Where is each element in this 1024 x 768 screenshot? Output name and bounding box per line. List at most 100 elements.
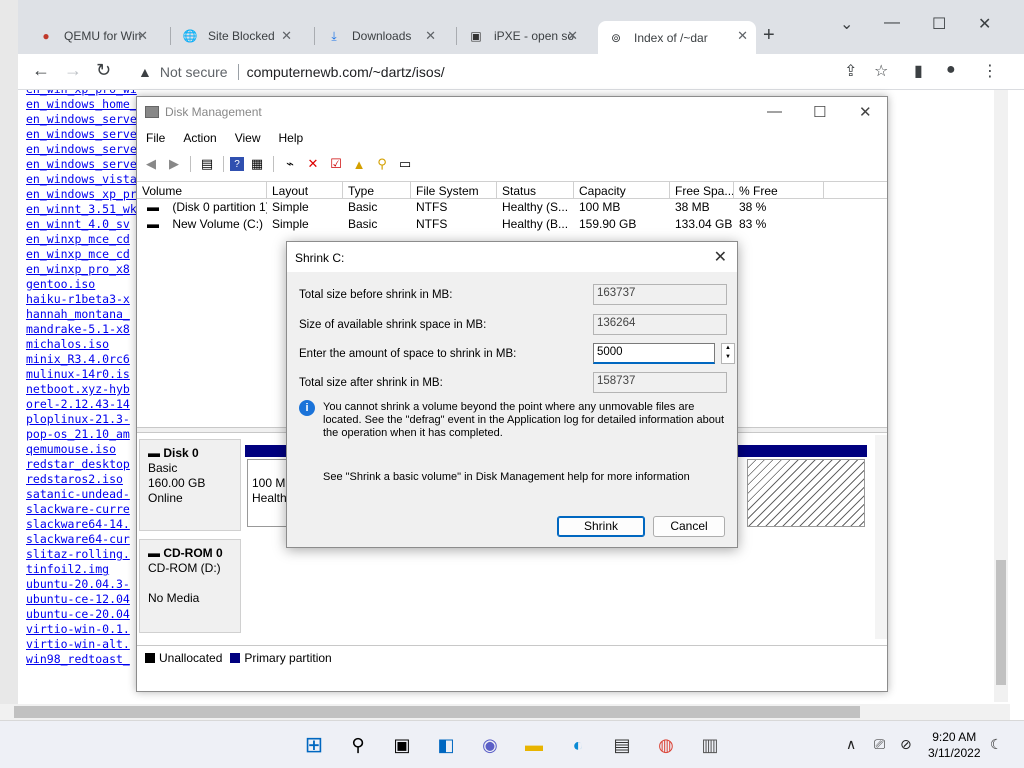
file-link[interactable]: qemumouse.iso [26, 442, 137, 457]
start-icon[interactable]: ⊞ [300, 731, 328, 759]
file-link[interactable]: orel-2.12.43-14 [26, 397, 137, 412]
cancel-button[interactable]: Cancel [653, 516, 725, 537]
file-link[interactable]: en_windows_serve [26, 112, 137, 127]
chrome-icon[interactable]: ◍ [652, 731, 680, 759]
folder-up-icon[interactable]: ▲ [349, 154, 369, 174]
page-horizontal-scroll-thumb[interactable] [14, 706, 860, 718]
file-link[interactable]: mulinux-14r0.is [26, 367, 137, 382]
show-hidden-icons-icon[interactable]: ∧ [846, 736, 856, 753]
delete-icon[interactable]: ✕ [303, 154, 323, 174]
file-link[interactable]: slackware64-14. [26, 517, 137, 532]
close-window-icon[interactable]: ✕ [978, 14, 991, 34]
file-link[interactable]: haiku-r1beta3-x [26, 292, 137, 307]
widgets-icon[interactable]: ◧ [432, 731, 460, 759]
task-view-icon[interactable]: ▣ [388, 731, 416, 759]
close-icon[interactable]: ✕ [281, 28, 292, 44]
tab-downloads[interactable]: ⤓ Downloads ✕ [316, 21, 444, 51]
file-link[interactable]: en_winxp_pro_x8 [26, 262, 137, 277]
list-view-icon[interactable]: ▭ [395, 154, 415, 174]
disk-view-scrollbar[interactable] [875, 435, 887, 639]
side-panel-icon[interactable]: ▮ [914, 61, 923, 81]
network-icon[interactable]: ⎚ [874, 736, 885, 753]
notifications-icon[interactable]: ☾ [990, 736, 1003, 753]
file-link[interactable]: gentoo.iso [26, 277, 137, 292]
help-icon[interactable]: ? [230, 157, 244, 171]
menu-view[interactable]: View [226, 129, 270, 149]
edge-icon[interactable]: ◐ [564, 731, 592, 759]
console-tree-icon[interactable]: ▤ [197, 154, 217, 174]
shrink-amount-input[interactable]: 5000 [593, 343, 715, 364]
file-link[interactable]: virtio-win-0.1. [26, 622, 137, 637]
close-icon[interactable]: ✕ [137, 28, 148, 44]
tab-site-blocked[interactable]: 🌐 Site Blocked ✕ [172, 21, 300, 51]
file-link[interactable]: en_winnt_4.0_sv [26, 217, 137, 232]
file-link[interactable]: satanic-undead- [26, 487, 137, 502]
column-header[interactable]: Volume [137, 182, 267, 198]
chat-icon[interactable]: ◉ [476, 731, 504, 759]
file-explorer-icon[interactable]: ▬ [520, 731, 548, 759]
table-row[interactable]: ▬ New Volume (C:) Simple Basic NTFS Heal… [137, 216, 887, 233]
menu-file[interactable]: File [137, 129, 174, 149]
file-link[interactable]: slackware-curre [26, 502, 137, 517]
minimize-icon[interactable]: — [884, 14, 900, 32]
address-bar[interactable]: ▲ Not secure computernewb.com/~dartz/iso… [138, 58, 898, 86]
tab-qemu[interactable]: ● QEMU for Win ✕ [28, 21, 156, 51]
properties-icon[interactable]: ▦ [247, 154, 267, 174]
file-link[interactable]: hannah_montana_ [26, 307, 137, 322]
file-link[interactable]: pop-os_21.10_am [26, 427, 137, 442]
file-link[interactable]: ubuntu-20.04.3- [26, 577, 137, 592]
page-vertical-scroll-thumb[interactable] [996, 560, 1006, 685]
shrink-button[interactable]: Shrink [557, 516, 645, 537]
file-link[interactable]: netboot.xyz-hyb [26, 382, 137, 397]
store-icon[interactable]: ▤ [608, 731, 636, 759]
close-icon[interactable]: ✕ [859, 103, 872, 121]
file-link[interactable]: redstar_desktop [26, 457, 137, 472]
maximize-icon[interactable]: ☐ [932, 14, 946, 34]
menu-help[interactable]: Help [270, 129, 313, 149]
clock[interactable]: 9:20 AM 3/11/2022 [928, 729, 981, 761]
column-header[interactable]: Type [343, 182, 411, 198]
file-link[interactable]: en_winnt_3.51_wk [26, 202, 137, 217]
file-link[interactable]: ubuntu-ce-20.04 [26, 607, 137, 622]
file-link[interactable]: en_windows_vista [26, 172, 137, 187]
minimize-icon[interactable]: — [767, 103, 782, 120]
profile-avatar-icon[interactable]: ● [946, 61, 956, 79]
file-link[interactable]: win98_redtoast_ [26, 652, 137, 667]
tab-ipxe[interactable]: ▣ iPXE - open so ✕ [458, 21, 586, 51]
new-tab-button[interactable]: + [763, 24, 775, 47]
file-link[interactable]: en_windows_xp_pr [26, 187, 137, 202]
tab-index-of[interactable]: ⊚ Index of /~dar ✕ [598, 21, 756, 54]
disk-management-icon[interactable]: ▥ [696, 731, 724, 759]
shrink-amount-spinner[interactable]: ▲ ▼ [721, 343, 735, 364]
column-header[interactable]: Capacity [574, 182, 670, 198]
file-link[interactable]: ploplinux-21.3- [26, 412, 137, 427]
check-icon[interactable]: ☑ [326, 154, 346, 174]
close-icon[interactable]: ✕ [737, 28, 748, 44]
file-link[interactable]: mandrake-5.1-x8 [26, 322, 137, 337]
volume-muted-icon[interactable]: ⊘ [900, 736, 912, 753]
file-link[interactable]: en_winxp_mce_cd [26, 247, 137, 262]
file-link[interactable]: en_windows_serve [26, 142, 137, 157]
search-icon[interactable]: ⚲ [372, 154, 392, 174]
file-link[interactable]: en_windows_serve [26, 127, 137, 142]
file-link[interactable]: slitaz-rolling. [26, 547, 137, 562]
connect-drive-icon[interactable]: ⌁ [280, 154, 300, 174]
file-link[interactable]: redstaros2.iso [26, 472, 137, 487]
menu-action[interactable]: Action [174, 129, 225, 149]
file-link[interactable]: en_win_xp_pro_wi [26, 90, 137, 97]
search-icon[interactable]: ⚲ [344, 731, 372, 759]
file-link[interactable]: ubuntu-ce-12.04 [26, 592, 137, 607]
menu-kebab-icon[interactable]: ⋮ [982, 61, 998, 81]
tab-search-icon[interactable]: ⌄ [840, 14, 853, 34]
close-icon[interactable]: ✕ [425, 28, 436, 44]
file-link[interactable]: tinfoil2.img [26, 562, 137, 577]
column-header[interactable]: Free Spa... [670, 182, 734, 198]
column-header[interactable]: Layout [267, 182, 343, 198]
bookmark-star-icon[interactable]: ☆ [874, 61, 888, 81]
maximize-icon[interactable]: ☐ [813, 103, 826, 121]
file-link[interactable]: en_windows_serve [26, 157, 137, 172]
table-row[interactable]: ▬ (Disk 0 partition 1) Simple Basic NTFS… [137, 199, 887, 216]
back-arrow-icon[interactable]: ◀ [141, 154, 161, 174]
cdrom-label[interactable]: ▬ CD-ROM 0 CD-ROM (D:) No Media [139, 539, 241, 633]
disk0-label[interactable]: ▬ Disk 0 Basic 160.00 GB Online [139, 439, 241, 531]
